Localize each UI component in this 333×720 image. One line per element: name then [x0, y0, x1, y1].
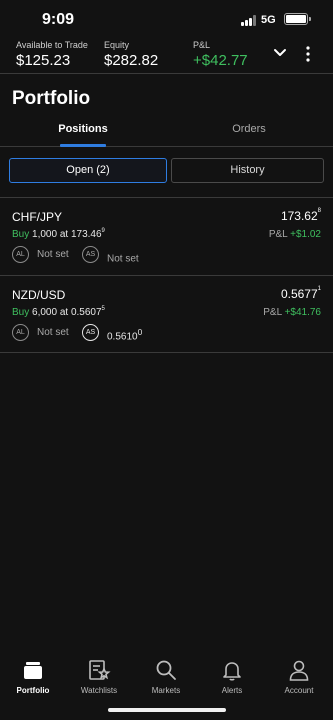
nav-watchlists[interactable]: Watchlists: [66, 652, 132, 700]
tab-positions[interactable]: Positions: [0, 113, 166, 147]
portfolio-tabs: Positions Orders: [0, 113, 333, 147]
auto-stop-badge: AS: [82, 246, 99, 263]
bell-icon: [223, 662, 241, 681]
nav-alerts[interactable]: Alerts: [199, 652, 265, 700]
nav-label: Alerts: [221, 686, 243, 695]
position-price: 0.56771: [280, 286, 321, 301]
network-label: 5G: [261, 14, 276, 26]
auto-limit-badge: AL: [12, 324, 29, 341]
auto-limit-badge: AL: [12, 246, 29, 263]
segment-open[interactable]: Open (2): [9, 158, 167, 183]
status-bar: 9:09 5G: [0, 0, 333, 36]
more-vertical-icon[interactable]: [300, 45, 316, 63]
position-row-nzd-usd[interactable]: NZD/USD 0.56771 Buy 6,000 at 0.56075 P&L…: [0, 276, 333, 353]
portfolio-icon: [24, 662, 42, 679]
nav-account[interactable]: Account: [266, 652, 332, 700]
pl-value: +$42.77: [193, 52, 248, 69]
page-title: Portfolio: [12, 88, 91, 109]
auto-stop-badge: AS: [82, 324, 99, 341]
status-time: 9:09: [42, 11, 75, 28]
nav-portfolio[interactable]: Portfolio: [0, 652, 66, 700]
position-detail: Buy 6,000 at 0.56075: [12, 306, 105, 318]
watchlist-icon: [89, 660, 111, 680]
position-side: Buy: [12, 229, 30, 240]
equity-value: $282.82: [104, 52, 159, 69]
segment-history[interactable]: History: [171, 158, 324, 183]
chevron-down-icon[interactable]: [272, 46, 288, 60]
user-icon: [289, 660, 309, 681]
pl-label: P&L: [193, 40, 211, 50]
position-side: Buy: [12, 307, 30, 318]
active-tab-indicator: [60, 144, 106, 147]
search-icon: [156, 660, 176, 680]
position-price: 173.628: [280, 208, 321, 223]
battery-tip: [309, 17, 311, 21]
position-pl: P&L +$41.76: [263, 307, 321, 318]
total-pl: P&L +$42.77: [193, 40, 248, 69]
available-to-trade: Available to Trade $125.23: [16, 40, 88, 69]
position-detail: Buy 1,000 at 173.469: [12, 228, 105, 240]
signal-icon: [241, 15, 257, 26]
nav-label: Portfolio: [16, 686, 50, 695]
position-pl: P&L +$1.02: [268, 229, 321, 240]
header-divider: [0, 73, 333, 74]
battery-icon: [284, 13, 308, 25]
available-value: $125.23: [16, 52, 71, 69]
available-label: Available to Trade: [16, 40, 88, 50]
auto-stop-value: Not set: [107, 253, 139, 265]
tab-orders[interactable]: Orders: [166, 113, 332, 147]
positions-bottom-divider: [0, 352, 333, 353]
equity-label: Equity: [104, 40, 130, 50]
home-indicator[interactable]: [108, 708, 226, 712]
nav-label: Watchlists: [80, 686, 118, 695]
nav-markets[interactable]: Markets: [133, 652, 199, 700]
position-symbol: NZD/USD: [12, 288, 66, 302]
nav-label: Markets: [151, 686, 181, 695]
auto-limit-value: Not set: [37, 327, 69, 338]
equity: Equity $282.82: [104, 40, 158, 69]
account-summary: Available to Trade $125.23 Equity $282.8…: [0, 36, 333, 72]
auto-limit-value: Not set: [37, 249, 69, 260]
position-row-chf-jpy[interactable]: CHF/JPY 173.628 Buy 1,000 at 173.469 P&L…: [0, 198, 333, 275]
nav-label: Account: [284, 686, 314, 695]
position-symbol: CHF/JPY: [12, 210, 63, 224]
auto-stop-value: 0.56100: [107, 327, 143, 343]
